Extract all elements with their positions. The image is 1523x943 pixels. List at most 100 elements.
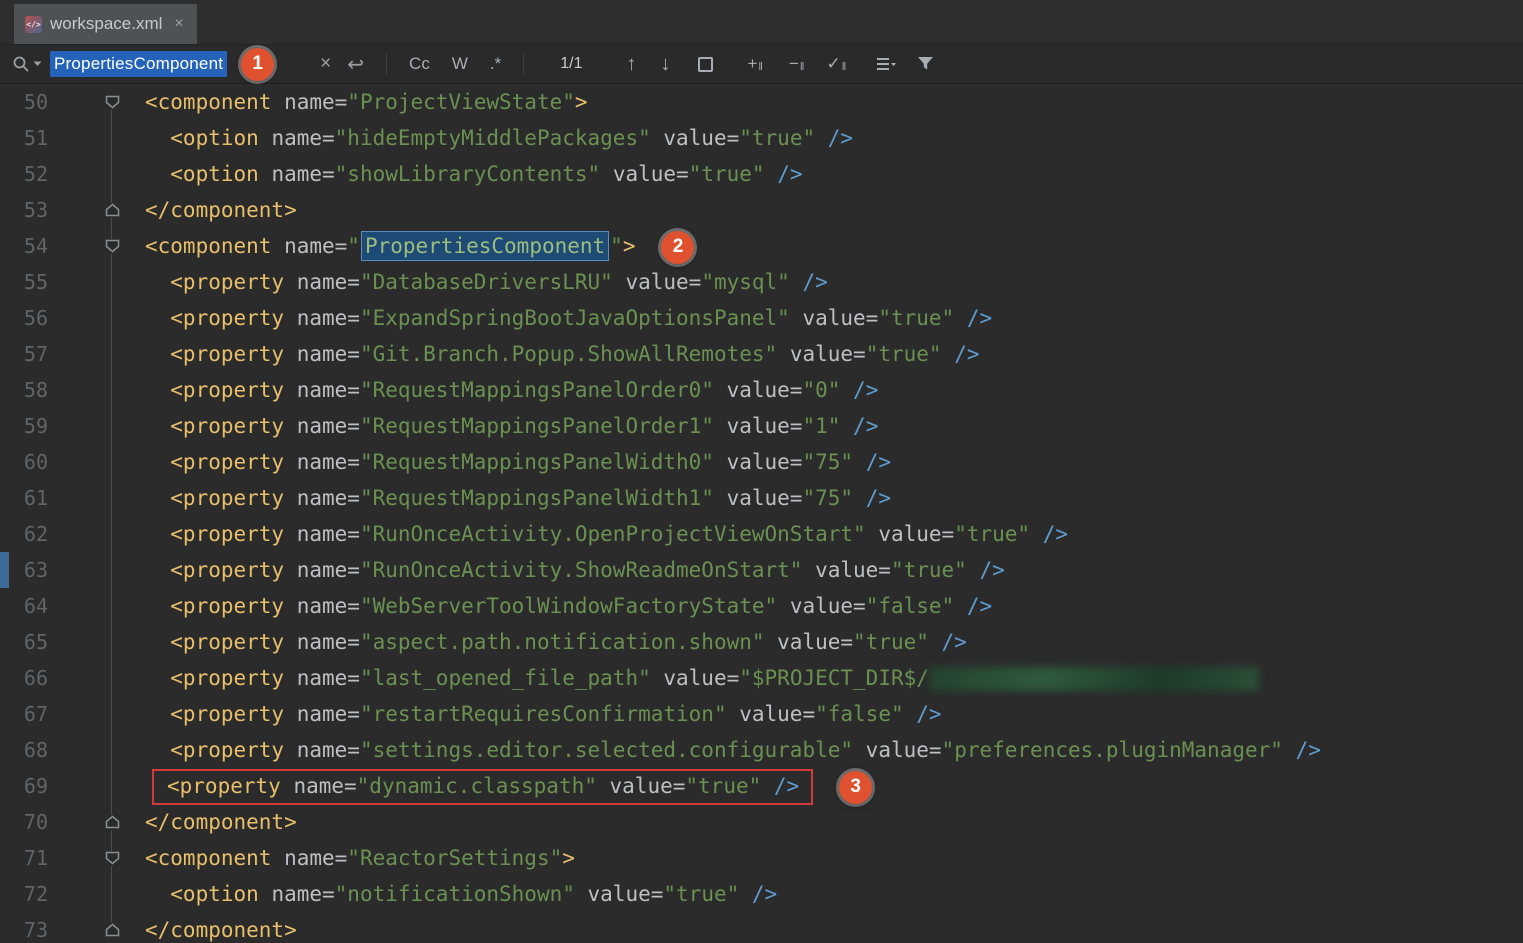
line-number[interactable]: 60: [0, 444, 48, 480]
line-number[interactable]: 59: [0, 408, 48, 444]
gutter-cell[interactable]: 51: [0, 120, 145, 156]
gutter-cell[interactable]: 60: [0, 444, 145, 480]
newline-icon[interactable]: ↩: [347, 52, 364, 77]
editor-tab-bar: </> workspace.xml ×: [0, 0, 1523, 45]
gutter-cell[interactable]: 69: [0, 768, 145, 804]
code-text: </component>: [145, 192, 1523, 228]
select-all-occurrences-icon[interactable]: ✓‖: [826, 54, 846, 74]
code-line[interactable]: 60 <property name="RequestMappingsPanelW…: [0, 444, 1523, 480]
code-line[interactable]: 53 </component>: [0, 192, 1523, 228]
gutter-cell[interactable]: 66: [0, 660, 145, 696]
fold-start-icon[interactable]: [104, 95, 120, 110]
code-line[interactable]: 63 <property name="RunOnceActivity.ShowR…: [0, 552, 1523, 588]
code-line[interactable]: 70</component>: [0, 804, 1523, 840]
gutter-cell[interactable]: 63: [0, 552, 145, 588]
line-number[interactable]: 51: [0, 120, 48, 156]
code-line[interactable]: 54<component name="PropertiesComponent">…: [0, 228, 1523, 264]
code-editor[interactable]: 50<component name="ProjectViewState">51 …: [0, 84, 1523, 943]
code-line[interactable]: 73</component>: [0, 912, 1523, 943]
gutter-cell[interactable]: 54: [0, 228, 145, 264]
gutter-cell[interactable]: 73: [0, 912, 145, 943]
open-in-find-window-icon[interactable]: [698, 57, 713, 72]
whole-words-toggle[interactable]: W: [452, 54, 468, 74]
filter-lines-icon[interactable]: [876, 56, 897, 72]
search-input[interactable]: PropertiesComponent: [50, 51, 227, 77]
line-number[interactable]: 68: [0, 732, 48, 768]
code-line[interactable]: 64 <property name="WebServerToolWindowFa…: [0, 588, 1523, 624]
fold-end-icon[interactable]: [104, 815, 120, 830]
line-number[interactable]: 62: [0, 516, 48, 552]
code-line[interactable]: 59 <property name="RequestMappingsPanelO…: [0, 408, 1523, 444]
gutter-cell[interactable]: 70: [0, 804, 145, 840]
gutter-cell[interactable]: 55: [0, 264, 145, 300]
line-number[interactable]: 64: [0, 588, 48, 624]
line-number[interactable]: 56: [0, 300, 48, 336]
code-line[interactable]: 69<property name="dynamic.classpath" val…: [0, 768, 1523, 804]
gutter-cell[interactable]: 64: [0, 588, 145, 624]
line-number[interactable]: 70: [0, 804, 48, 840]
fold-start-icon[interactable]: [104, 239, 120, 254]
line-number[interactable]: 66: [0, 660, 48, 696]
gutter-cell[interactable]: 56: [0, 300, 145, 336]
code-line[interactable]: 72 <option name="notificationShown" valu…: [0, 876, 1523, 912]
code-line[interactable]: 56 <property name="ExpandSpringBootJavaO…: [0, 300, 1523, 336]
tab-close-icon[interactable]: ×: [174, 15, 183, 33]
line-number[interactable]: 57: [0, 336, 48, 372]
code-line[interactable]: 52 <option name="showLibraryContents" va…: [0, 156, 1523, 192]
code-line[interactable]: 57 <property name="Git.Branch.Popup.Show…: [0, 336, 1523, 372]
gutter-cell[interactable]: 58: [0, 372, 145, 408]
line-number[interactable]: 71: [0, 840, 48, 876]
code-text: <property name="RunOnceActivity.ShowRead…: [145, 552, 1523, 588]
fold-end-icon[interactable]: [104, 923, 120, 938]
search-icon[interactable]: [12, 55, 30, 73]
fold-start-icon[interactable]: [104, 851, 120, 866]
gutter-cell[interactable]: 61: [0, 480, 145, 516]
line-number[interactable]: 50: [0, 84, 48, 120]
tab-workspace-xml[interactable]: </> workspace.xml ×: [14, 4, 197, 44]
code-line[interactable]: 65 <property name="aspect.path.notificat…: [0, 624, 1523, 660]
gutter-cell[interactable]: 53: [0, 192, 145, 228]
code-line[interactable]: 67 <property name="restartRequiresConfir…: [0, 696, 1523, 732]
line-number[interactable]: 54: [0, 228, 48, 264]
code-line[interactable]: 51 <option name="hideEmptyMiddlePackages…: [0, 120, 1523, 156]
code-line[interactable]: 50<component name="ProjectViewState">: [0, 84, 1523, 120]
gutter-cell[interactable]: 52: [0, 156, 145, 192]
line-number[interactable]: 53: [0, 192, 48, 228]
next-occurrence-icon[interactable]: ↓: [660, 53, 670, 76]
gutter-cell[interactable]: 67: [0, 696, 145, 732]
match-case-toggle[interactable]: Cc: [409, 54, 430, 74]
filter-icon[interactable]: [917, 56, 934, 72]
previous-occurrence-icon[interactable]: ↑: [626, 53, 636, 76]
code-line[interactable]: 58 <property name="RequestMappingsPanelO…: [0, 372, 1523, 408]
code-line[interactable]: 68 <property name="settings.editor.selec…: [0, 732, 1523, 768]
gutter-cell[interactable]: 50: [0, 84, 145, 120]
code-line[interactable]: 71<component name="ReactorSettings">: [0, 840, 1523, 876]
line-number[interactable]: 73: [0, 912, 48, 943]
line-number[interactable]: 65: [0, 624, 48, 660]
gutter-cell[interactable]: 57: [0, 336, 145, 372]
gutter-cell[interactable]: 62: [0, 516, 145, 552]
code-line[interactable]: 66 <property name="last_opened_file_path…: [0, 660, 1523, 696]
line-number[interactable]: 61: [0, 480, 48, 516]
regex-toggle[interactable]: .*: [490, 54, 501, 74]
line-number[interactable]: 72: [0, 876, 48, 912]
gutter-cell[interactable]: 65: [0, 624, 145, 660]
gutter-cell[interactable]: 68: [0, 732, 145, 768]
gutter-cell[interactable]: 72: [0, 876, 145, 912]
line-number[interactable]: 55: [0, 264, 48, 300]
remove-occurrence-icon[interactable]: −‖: [789, 54, 804, 74]
annotation-badge-2: 2: [661, 231, 694, 264]
gutter-cell[interactable]: 71: [0, 840, 145, 876]
code-line[interactable]: 62 <property name="RunOnceActivity.OpenP…: [0, 516, 1523, 552]
code-line[interactable]: 55 <property name="DatabaseDriversLRU" v…: [0, 264, 1523, 300]
add-occurrence-icon[interactable]: +‖: [747, 54, 762, 74]
line-number[interactable]: 67: [0, 696, 48, 732]
code-line[interactable]: 61 <property name="RequestMappingsPanelW…: [0, 480, 1523, 516]
line-number[interactable]: 69: [0, 768, 48, 804]
line-number[interactable]: 52: [0, 156, 48, 192]
line-number[interactable]: 58: [0, 372, 48, 408]
clear-search-icon[interactable]: ×: [320, 53, 331, 75]
gutter-cell[interactable]: 59: [0, 408, 145, 444]
search-history-chevron-icon[interactable]: [33, 61, 42, 67]
fold-end-icon[interactable]: [104, 203, 120, 218]
